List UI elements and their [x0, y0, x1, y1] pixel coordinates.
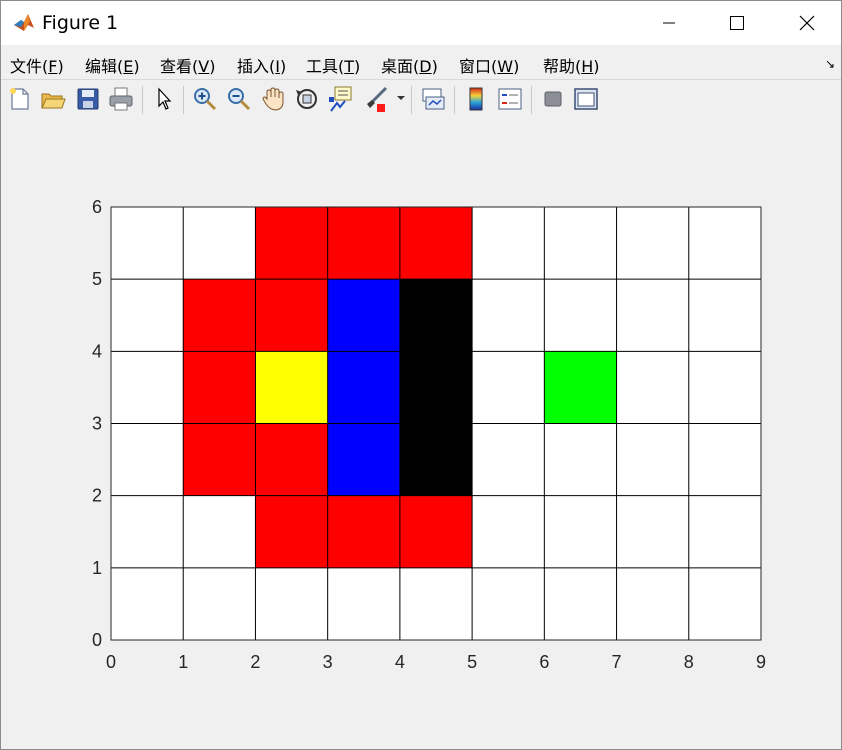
toolbar-separator — [142, 86, 143, 114]
close-icon — [799, 15, 815, 31]
grid-cell — [327, 351, 400, 424]
grid-cell — [399, 495, 473, 568]
pan-hand-icon[interactable] — [259, 85, 287, 113]
menu-desktop[interactable]: 桌面(D) — [381, 53, 438, 77]
axes[interactable]: 0 1 2 3 4 5 6 7 8 9 0 1 2 3 4 5 6 — [1, 118, 841, 749]
grid-cell — [255, 279, 328, 352]
y-tick-label: 5 — [92, 269, 102, 289]
maximize-button[interactable] — [705, 1, 769, 45]
grid-cell — [183, 279, 256, 352]
open-file-icon[interactable] — [39, 85, 67, 113]
grid-cell — [255, 423, 328, 496]
x-tick-label: 0 — [106, 652, 116, 672]
menu-help[interactable]: 帮助(H) — [543, 53, 600, 77]
menu-file[interactable]: 文件(F) — [10, 53, 64, 77]
toolbar-separator — [411, 86, 412, 114]
grid-cell — [255, 351, 328, 424]
minimize-button[interactable] — [637, 1, 701, 45]
grid-cell — [544, 351, 617, 424]
save-icon[interactable] — [74, 85, 102, 113]
y-tick-label: 6 — [92, 197, 102, 217]
menu-tools[interactable]: 工具(T) — [306, 53, 360, 77]
maximize-icon — [730, 16, 744, 30]
minimize-icon — [663, 22, 675, 24]
x-tick-label: 2 — [250, 652, 260, 672]
menu-bar: 文件(F) 编辑(E) 查看(V) 插入(I) 工具(T) 桌面(D) 窗口(W… — [1, 45, 841, 79]
x-tick-label: 1 — [178, 652, 188, 672]
grid-cell — [183, 423, 256, 496]
grid-cell — [399, 279, 473, 352]
brush-icon[interactable] — [362, 85, 390, 113]
x-tick-label: 4 — [395, 652, 405, 672]
y-tick-label: 2 — [92, 486, 102, 506]
y-tick-label: 3 — [92, 414, 102, 434]
legend-icon[interactable] — [496, 85, 524, 113]
grid-cell — [327, 495, 400, 568]
grid-cell — [255, 207, 328, 280]
link-plot-icon[interactable] — [419, 85, 447, 113]
dock-arrow-icon[interactable]: ↘ — [825, 57, 835, 71]
figure-canvas: 0 1 2 3 4 5 6 7 8 9 0 1 2 3 4 5 6 — [1, 118, 841, 749]
window-title: Figure 1 — [42, 12, 119, 34]
menu-window[interactable]: 窗口(W) — [459, 53, 519, 77]
new-figure-icon[interactable] — [6, 85, 34, 113]
zoom-out-icon[interactable] — [225, 85, 253, 113]
grid-cell — [183, 351, 256, 424]
figure-window: Figure 1 文件(F) 编辑(E) 查看(V) 插入(I) 工具(T) 桌… — [0, 0, 842, 750]
print-icon[interactable] — [107, 85, 135, 113]
rotate-3d-icon[interactable] — [293, 85, 321, 113]
menu-insert[interactable]: 插入(I) — [237, 53, 286, 77]
x-tick-label: 5 — [467, 652, 477, 672]
menu-view[interactable]: 查看(V) — [160, 53, 215, 77]
hide-plot-tools-icon[interactable] — [539, 85, 567, 113]
x-tick-label: 8 — [684, 652, 694, 672]
title-bar: Figure 1 — [1, 1, 841, 45]
x-tick-label: 6 — [539, 652, 549, 672]
close-button[interactable] — [775, 1, 839, 45]
grid-cell — [399, 207, 473, 280]
menu-edit[interactable]: 编辑(E) — [85, 53, 140, 77]
figure-toolbar — [1, 79, 841, 119]
select-arrow-icon[interactable] — [150, 85, 178, 113]
toolbar-separator — [183, 86, 184, 114]
matlab-logo-icon — [12, 11, 36, 35]
grid-cell — [255, 495, 328, 568]
grid-cell — [327, 207, 400, 280]
brush-dropdown-icon[interactable] — [397, 94, 405, 102]
x-tick-label: 9 — [756, 652, 766, 672]
data-cursor-icon[interactable] — [327, 85, 355, 113]
x-tick-label: 3 — [323, 652, 333, 672]
toolbar-separator — [454, 86, 455, 114]
colorbar-icon[interactable] — [462, 85, 490, 113]
grid-cell — [327, 279, 400, 352]
zoom-in-icon[interactable] — [191, 85, 219, 113]
y-tick-label: 0 — [92, 630, 102, 650]
toolbar-separator — [531, 86, 532, 114]
y-tick-label: 1 — [92, 558, 102, 578]
grid-cell — [399, 423, 473, 496]
grid-cell — [327, 423, 400, 496]
grid-cell — [399, 351, 473, 424]
y-tick-label: 4 — [92, 341, 102, 361]
x-tick-label: 7 — [612, 652, 622, 672]
show-plot-tools-icon[interactable] — [572, 85, 600, 113]
